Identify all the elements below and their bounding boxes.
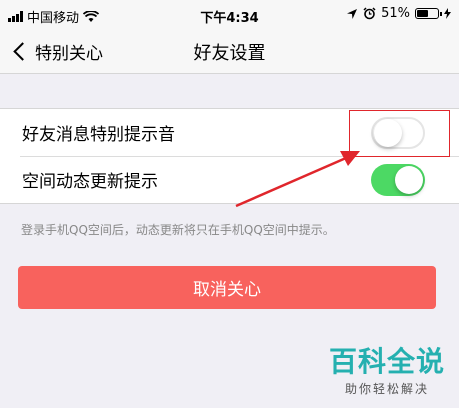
battery-percent: 51% <box>381 6 410 21</box>
watermark-subtitle: 助你轻松解决 <box>344 382 429 396</box>
annotation-highlight-box <box>349 110 450 157</box>
toggle-knob <box>395 166 423 194</box>
hint-text: 登录手机QQ空间后，动态更新将只在手机QQ空间中提示。 <box>21 223 335 237</box>
page-title: 好友设置 <box>193 43 266 64</box>
settings-row-label: 好友消息特别提示音 <box>22 125 175 145</box>
cancel-follow-button[interactable]: 取消关心 <box>18 266 436 309</box>
nav-bar: 特别关心 好友设置 <box>0 30 459 74</box>
alarm-icon <box>363 7 376 20</box>
status-right: 51% <box>346 6 451 21</box>
settings-row-space-updates: 空间动态更新提示 <box>0 156 459 203</box>
space-updates-toggle[interactable] <box>371 164 425 196</box>
status-bar: 中国移动 下午4:34 51% <box>0 0 459 30</box>
watermark-logo: 百科全说 助你轻松解决 <box>329 346 445 397</box>
watermark-title: 百科全说 <box>328 345 445 378</box>
location-icon <box>347 8 358 19</box>
settings-row-label: 空间动态更新提示 <box>22 172 158 192</box>
charging-icon <box>444 8 451 19</box>
battery-icon <box>415 8 442 19</box>
